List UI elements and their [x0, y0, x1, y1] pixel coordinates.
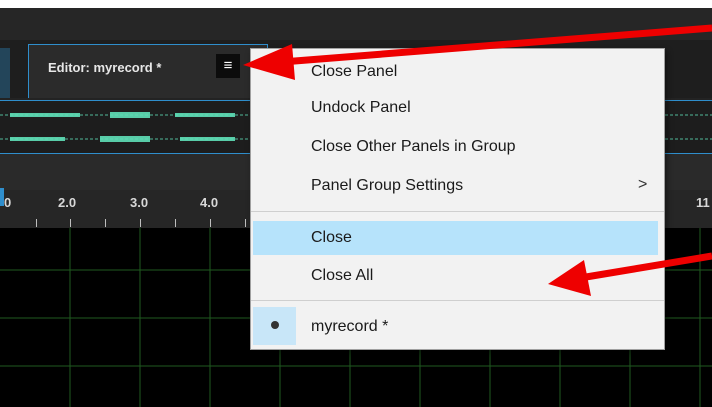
ruler-tick: [36, 219, 37, 227]
ruler-tick: [245, 219, 246, 227]
menu-separator: [251, 300, 664, 301]
menu-item-label: Close Other Panels in Group: [311, 138, 516, 155]
menu-item-close[interactable]: Close: [253, 221, 658, 255]
ruler-tick: [70, 219, 71, 227]
menu-item-close-all[interactable]: Close All: [251, 259, 664, 293]
menu-item-panel-group-settings[interactable]: Panel Group Settings >: [251, 169, 664, 203]
panel-menu-button[interactable]: ≡: [216, 54, 240, 78]
tick-label: 11: [696, 195, 710, 210]
ruler-tick: [105, 219, 106, 227]
menu-item-label: Panel Group Settings: [311, 177, 464, 194]
tick-label: 0: [4, 195, 12, 210]
menu-item-close-other-panels[interactable]: Close Other Panels in Group: [251, 130, 664, 164]
menu-item-myrecord[interactable]: myrecord *: [251, 310, 664, 344]
tick-label: 4.0: [200, 195, 219, 210]
menu-item-close-panel[interactable]: Close Panel: [251, 55, 664, 89]
top-bar: [0, 8, 712, 40]
ruler-tick: [175, 219, 176, 227]
menu-item-label: Close: [311, 229, 352, 246]
panel-context-menu: Close Panel Undock Panel Close Other Pan…: [250, 48, 665, 350]
menu-item-label: Close Panel: [311, 63, 398, 80]
ruler-tick: [140, 219, 141, 227]
editor-tab-label: Editor: myrecord *: [48, 60, 162, 75]
chevron-right-icon: >: [638, 176, 648, 193]
hamburger-icon: ≡: [223, 57, 233, 74]
tick-label: 2.0: [58, 195, 77, 210]
tick-label: 3.0: [130, 195, 149, 210]
menu-item-label: Undock Panel: [311, 99, 411, 116]
menu-item-label: myrecord *: [311, 318, 389, 335]
menu-item-label: Close All: [311, 267, 374, 284]
adjacent-panel-edge: [0, 48, 10, 98]
menu-separator: [251, 211, 664, 212]
ruler-tick: [210, 219, 211, 227]
menu-item-undock-panel[interactable]: Undock Panel: [251, 91, 664, 125]
